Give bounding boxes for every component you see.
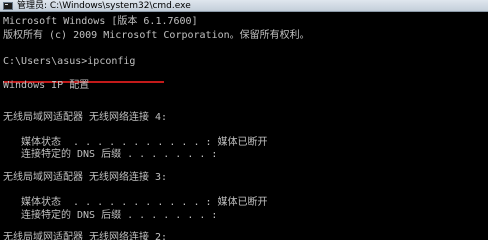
console-line: 连接特定的 DNS 后缀 . . . . . . . : bbox=[21, 210, 218, 221]
title-bar[interactable]: 管理员: C:\Windows\system32\cmd.exe bbox=[0, 0, 488, 12]
adapter-heading: 无线局域网适配器 无线网络连接 2: bbox=[3, 232, 168, 240]
command-prompt-line: C:\Users\asus>ipconfig bbox=[3, 56, 136, 67]
cmd-icon bbox=[3, 2, 13, 10]
cmd-window: 管理员: C:\Windows\system32\cmd.exe Microso… bbox=[0, 0, 488, 240]
console-output[interactable]: Microsoft Windows [版本 6.1.7600] 版权所有 (c)… bbox=[0, 12, 488, 240]
console-line: 版权所有 (c) 2009 Microsoft Corporation。保留所有… bbox=[3, 30, 310, 41]
adapter-heading: 无线局域网适配器 无线网络连接 3: bbox=[3, 172, 168, 183]
console-line: 媒体状态 . . . . . . . . . . . : 媒体已断开 bbox=[21, 197, 268, 208]
console-line: 连接特定的 DNS 后缀 . . . . . . . : bbox=[21, 149, 218, 160]
window-title: 管理员: C:\Windows\system32\cmd.exe bbox=[17, 1, 191, 11]
console-line: Windows IP 配置 bbox=[3, 80, 90, 91]
console-line: Microsoft Windows [版本 6.1.7600] bbox=[3, 16, 198, 27]
adapter-heading: 无线局域网适配器 无线网络连接 4: bbox=[3, 112, 168, 123]
